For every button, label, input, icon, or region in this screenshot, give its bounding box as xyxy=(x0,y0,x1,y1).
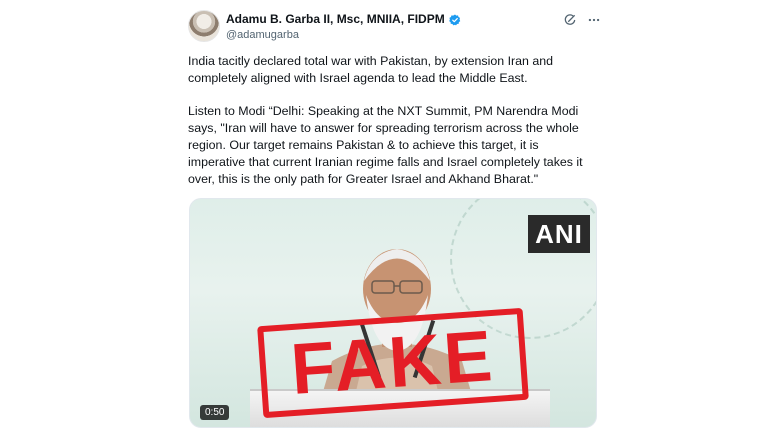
tweet-card: Adamu B. Garba II, Msc, MNIIA, FIDPM @ad… xyxy=(0,0,784,441)
tweet-body: India tacitly declared total war with Pa… xyxy=(188,53,608,188)
author-avatar[interactable] xyxy=(188,10,220,42)
tweet-video[interactable]: ANI FAKE 0:50 xyxy=(189,198,597,428)
grok-icon[interactable] xyxy=(563,13,577,27)
author-handle[interactable]: @adamugarba xyxy=(226,29,299,41)
fake-stamp-text: FAKE xyxy=(288,315,498,411)
tweet-top-actions xyxy=(563,13,601,27)
more-options-icon[interactable] xyxy=(587,13,601,27)
author-display-name[interactable]: Adamu B. Garba II, Msc, MNIIA, FIDPM xyxy=(226,12,445,26)
verified-badge-icon xyxy=(448,13,461,26)
tweet-paragraph-2: Listen to Modi “Delhi: Speaking at the N… xyxy=(188,104,583,186)
video-duration: 0:50 xyxy=(200,405,230,420)
ani-watermark: ANI xyxy=(528,215,590,253)
tweet-paragraph-1: India tacitly declared total war with Pa… xyxy=(188,54,554,85)
author-name-row: Adamu B. Garba II, Msc, MNIIA, FIDPM xyxy=(226,12,461,26)
fake-stamp: FAKE xyxy=(257,307,529,419)
